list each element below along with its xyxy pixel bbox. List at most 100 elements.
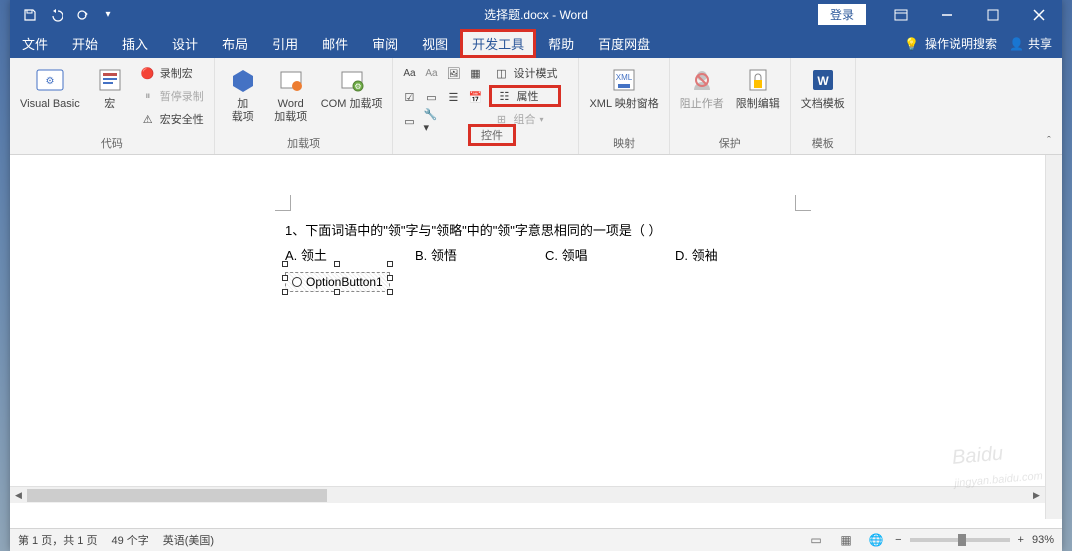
language-status[interactable]: 英语(美国) (163, 532, 214, 548)
svg-text:⚙: ⚙ (354, 82, 361, 91)
group-protect: 阻止作者 限制编辑 保护 (670, 58, 791, 154)
read-mode-icon[interactable]: ▭ (805, 530, 827, 550)
resize-handle-w[interactable] (282, 275, 288, 281)
design-mode-icon: ◫ (493, 65, 509, 81)
collapse-ribbon-icon[interactable]: ˆ (1040, 132, 1058, 150)
tab-review[interactable]: 审阅 (360, 29, 410, 58)
print-layout-icon[interactable]: ▦ (835, 530, 857, 550)
horizontal-scrollbar[interactable]: ◀ ▶ (10, 486, 1045, 503)
building-block-icon: ▦ (467, 65, 483, 81)
plain-text-control-button[interactable]: Aa (421, 62, 441, 84)
macros-icon (94, 64, 126, 96)
record-macro-button[interactable]: 🔴录制宏 (136, 62, 208, 84)
word-count[interactable]: 49 个字 (111, 532, 148, 548)
margin-corner-tl (275, 195, 291, 211)
tab-developer[interactable]: 开发工具 (460, 29, 536, 58)
tab-help[interactable]: 帮助 (536, 29, 586, 58)
visual-basic-button[interactable]: ⚙ Visual Basic (16, 62, 84, 113)
com-addins-button[interactable]: ⚙ COM 加载项 (317, 62, 387, 113)
resize-handle-s[interactable] (334, 289, 340, 295)
group-mapping-label: 映射 (585, 133, 662, 152)
question-text[interactable]: 1、下面词语中的"领"字与"领略"中的"领"字意思相同的一项是（ ） (285, 220, 815, 239)
redo-icon[interactable] (70, 3, 94, 27)
zoom-out-button[interactable]: − (895, 534, 901, 546)
group-code-label: 代码 (16, 133, 208, 152)
checkbox-control-button[interactable]: ☑ (399, 86, 419, 108)
save-icon[interactable] (18, 3, 42, 27)
resize-handle-n[interactable] (334, 261, 340, 267)
maximize-icon[interactable] (970, 0, 1016, 29)
resize-handle-se[interactable] (387, 289, 393, 295)
scroll-track[interactable] (27, 487, 1028, 503)
properties-icon: ☷ (496, 88, 512, 104)
tab-insert[interactable]: 插入 (110, 29, 160, 58)
tell-me-search[interactable]: 💡 操作说明搜索 (904, 35, 997, 52)
restrict-editing-button[interactable]: 限制编辑 (732, 62, 784, 113)
document-area[interactable]: 1、下面词语中的"领"字与"领略"中的"领"字意思相同的一项是（ ） A. 领土… (10, 155, 1062, 519)
option-b[interactable]: B. 领悟 (415, 245, 545, 264)
combobox-icon: ▭ (423, 89, 439, 105)
share-button[interactable]: 👤 共享 (1009, 35, 1052, 52)
resize-handle-sw[interactable] (282, 289, 288, 295)
login-button[interactable]: 登录 (818, 4, 866, 25)
rich-text-control-button[interactable]: Aa (399, 62, 419, 84)
tab-file[interactable]: 文件 (10, 29, 60, 58)
tab-layout[interactable]: 布局 (210, 29, 260, 58)
zoom-in-button[interactable]: + (1018, 534, 1024, 546)
scroll-left-icon[interactable]: ◀ (10, 487, 27, 504)
doc-template-button[interactable]: W 文档模板 (797, 62, 849, 113)
zoom-thumb[interactable] (958, 534, 966, 546)
web-layout-icon[interactable]: 🌐 (865, 530, 887, 550)
repeating-control-button[interactable]: ▭ (399, 110, 419, 132)
macro-security-button[interactable]: ⚠宏安全性 (136, 108, 208, 130)
resize-handle-e[interactable] (387, 275, 393, 281)
minimize-icon[interactable] (924, 0, 970, 29)
block-authors-button[interactable]: 阻止作者 (676, 62, 728, 113)
margin-corner-tr (795, 195, 811, 211)
undo-icon[interactable] (44, 3, 68, 27)
word-addins-button[interactable]: Word 加载项 (269, 62, 313, 126)
tab-references[interactable]: 引用 (260, 29, 310, 58)
vertical-scrollbar[interactable] (1045, 155, 1062, 519)
scroll-right-icon[interactable]: ▶ (1028, 487, 1045, 504)
option-d[interactable]: D. 领袖 (675, 245, 805, 264)
page-status[interactable]: 第 1 页，共 1 页 (18, 532, 97, 548)
group-ctrl-label: 组合 (513, 111, 535, 127)
option-button-label: OptionButton1 (306, 275, 383, 289)
titlebar-right: 登录 (818, 0, 1062, 29)
addins-button[interactable]: 加 载项 (221, 62, 265, 126)
ribbon-display-icon[interactable] (878, 0, 924, 29)
zoom-level[interactable]: 93% (1032, 534, 1054, 546)
date-control-button[interactable]: 📅 (465, 86, 485, 108)
tab-baidu[interactable]: 百度网盘 (586, 29, 662, 58)
visual-basic-label: Visual Basic (20, 98, 80, 111)
xml-mapping-button[interactable]: XML XML 映射窗格 (585, 62, 662, 113)
restrict-editing-icon (742, 64, 774, 96)
tab-mailings[interactable]: 邮件 (310, 29, 360, 58)
resize-handle-nw[interactable] (282, 261, 288, 267)
combobox-control-button[interactable]: ▭ (421, 86, 441, 108)
option-c[interactable]: C. 领唱 (545, 245, 675, 264)
macros-button[interactable]: 宏 (88, 62, 132, 113)
tab-home[interactable]: 开始 (60, 29, 110, 58)
qat-customize-icon[interactable]: ▾ (96, 3, 120, 27)
tab-view[interactable]: 视图 (410, 29, 460, 58)
watermark: Baidujingyan.baidu.com (951, 439, 1043, 493)
resize-handle-ne[interactable] (387, 261, 393, 267)
dropdown-control-button[interactable]: ☰ (443, 86, 463, 108)
building-block-button[interactable]: ▦ (465, 62, 485, 84)
option-a[interactable]: A. 领土 (285, 245, 415, 264)
pause-recording-button[interactable]: ⏸暂停录制 (136, 85, 208, 107)
design-mode-button[interactable]: ◫设计模式 (489, 62, 561, 84)
properties-button[interactable]: ☷属性 (489, 85, 561, 107)
tab-design[interactable]: 设计 (160, 29, 210, 58)
doc-template-label: 文档模板 (801, 98, 845, 111)
legacy-tools-button[interactable]: 🔧▾ (421, 110, 441, 132)
scroll-thumb[interactable] (27, 489, 327, 502)
picture-control-button[interactable]: 🖼 (443, 62, 463, 84)
close-icon[interactable] (1016, 0, 1062, 29)
document-content[interactable]: 1、下面词语中的"领"字与"领略"中的"领"字意思相同的一项是（ ） A. 领土… (285, 220, 815, 292)
macro-security-label: 宏安全性 (160, 111, 204, 127)
word-addins-icon (275, 64, 307, 96)
zoom-slider[interactable] (910, 538, 1010, 542)
